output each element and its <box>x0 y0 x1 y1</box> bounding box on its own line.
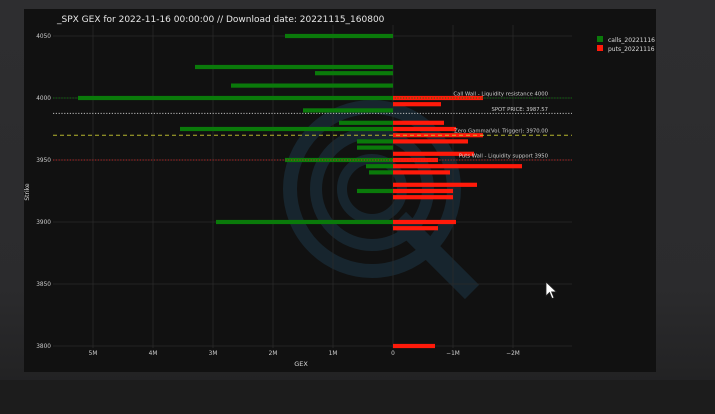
put-bar[interactable] <box>393 343 435 349</box>
x-tick-label: 3M <box>209 351 218 357</box>
call-bar[interactable] <box>366 164 393 169</box>
call-bar[interactable] <box>303 108 393 113</box>
x-tick-label: −1M <box>446 351 460 357</box>
put-bar[interactable] <box>393 102 441 107</box>
put-bar[interactable] <box>393 120 444 125</box>
put-bar[interactable] <box>393 126 456 132</box>
put-bar[interactable] <box>393 139 468 144</box>
put-bar[interactable] <box>393 226 438 231</box>
y-tick-label: 4000 <box>36 96 51 102</box>
mouse-cursor-icon <box>545 281 558 300</box>
legend: calls_20221116 puts_20221116 <box>597 36 655 53</box>
call-bar[interactable] <box>231 83 393 88</box>
call-bar[interactable] <box>195 64 393 70</box>
put-bar[interactable] <box>393 170 450 175</box>
annotation-label: SPOT PRICE: 3987.57 <box>492 107 549 113</box>
put-bar[interactable] <box>393 182 477 187</box>
put-bar[interactable] <box>393 219 456 225</box>
legend-swatch-puts[interactable] <box>597 45 603 51</box>
call-bar[interactable] <box>357 145 393 150</box>
bottom-bar <box>0 380 715 414</box>
x-tick-label: 1M <box>329 351 338 357</box>
call-bar[interactable] <box>216 219 393 225</box>
annotation-labels: Call Wall - Liquidity resistance 4000 SPO… <box>453 92 548 160</box>
x-tick-label: 5M <box>89 351 98 357</box>
gex-chart: Call Wall - Liquidity resistance 4000 SPO… <box>24 15 655 368</box>
x-tick-label: −2M <box>506 351 520 357</box>
call-bar[interactable] <box>285 33 393 39</box>
x-tick-label: 4M <box>149 351 158 357</box>
call-bar[interactable] <box>369 170 393 175</box>
put-bar[interactable] <box>393 164 522 169</box>
x-axis-ticks: 5M 4M 3M 2M 1M 0 −1M −2M <box>89 351 520 357</box>
call-bar[interactable] <box>357 188 393 194</box>
chart-title: _SPX GEX for 2022-11-16 00:00:00 // Down… <box>56 15 385 25</box>
legend-label-calls[interactable]: calls_20221116 <box>608 37 655 44</box>
y-tick-label: 3850 <box>36 282 51 288</box>
annotation-label: Zero Gamma(Vol. Trigger): 3970.00 <box>454 129 548 135</box>
y-tick-label: 4050 <box>36 34 51 40</box>
x-tick-label: 2M <box>269 351 278 357</box>
call-bar[interactable] <box>315 71 393 76</box>
x-tick-label: 0 <box>391 351 395 357</box>
put-bar[interactable] <box>393 188 453 194</box>
legend-swatch-calls[interactable] <box>597 36 603 42</box>
y-tick-label: 3900 <box>36 220 51 226</box>
annotation-label: Call Wall - Liquidity resistance 4000 <box>453 92 548 98</box>
call-bar[interactable] <box>357 139 393 144</box>
annotation-label: Puts Wall - Liquidity support 3950 <box>459 154 549 160</box>
y-axis-label: Strike <box>24 183 31 201</box>
call-bar[interactable] <box>180 126 393 132</box>
y-axis-ticks: 4050 4000 3950 3900 3850 3800 <box>36 34 51 350</box>
y-tick-label: 3800 <box>36 344 51 350</box>
y-tick-label: 3950 <box>36 158 51 164</box>
put-bar[interactable] <box>393 195 453 200</box>
call-bar[interactable] <box>339 120 393 125</box>
legend-label-puts[interactable]: puts_20221116 <box>608 46 655 53</box>
x-axis-label: GEX <box>294 360 308 368</box>
